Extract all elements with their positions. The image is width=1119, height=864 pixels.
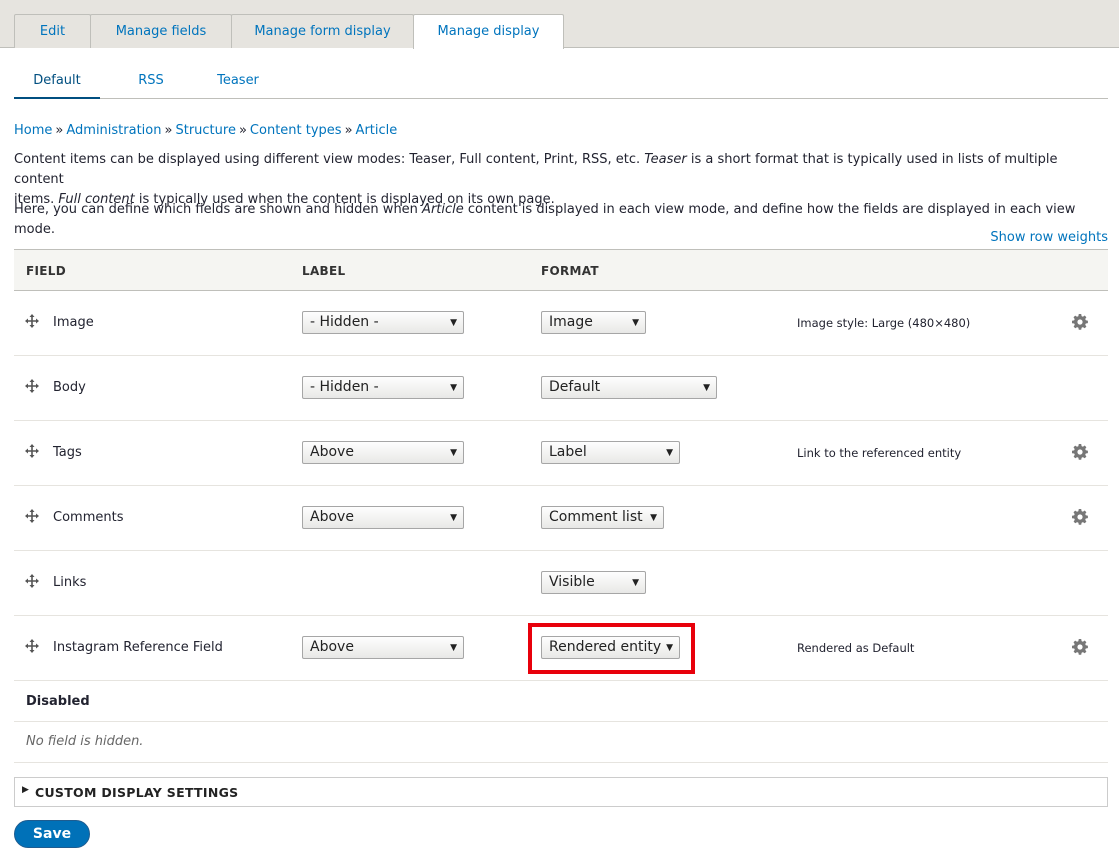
label-select[interactable]: - Hidden - ▼: [302, 376, 464, 399]
field-name: Instagram Reference Field: [53, 640, 223, 655]
header-format: FORMAT: [541, 264, 599, 278]
dropdown-arrow-icon: ▼: [450, 383, 457, 393]
dropdown-arrow-icon: ▼: [450, 513, 457, 523]
dropdown-arrow-icon: ▼: [632, 578, 639, 588]
save-button[interactable]: Save: [14, 820, 90, 848]
dropdown-arrow-icon: ▼: [666, 448, 673, 458]
table-row: Image - Hidden - ▼ Image ▼ Image style: La…: [14, 291, 1108, 356]
label-select[interactable]: Above ▼: [302, 441, 464, 464]
field-name: Links: [53, 575, 87, 590]
table-row: Tags Above ▼ Label ▼ Link to the reference…: [14, 421, 1108, 486]
expand-triangle-icon: ▶: [22, 785, 30, 795]
breadcrumb-home[interactable]: Home: [14, 123, 52, 138]
format-summary: Link to the referenced entity: [797, 446, 962, 460]
show-row-weights-link[interactable]: Show row weights: [990, 230, 1108, 245]
breadcrumb-administration[interactable]: Administration: [66, 123, 161, 138]
tab-edit[interactable]: Edit: [14, 14, 91, 48]
custom-display-settings[interactable]: ▶ CUSTOM DISPLAY SETTINGS: [14, 777, 1108, 807]
no-hidden-message: No field is hidden.: [26, 734, 144, 749]
format-select[interactable]: Image ▼: [541, 311, 646, 334]
gear-icon[interactable]: [1072, 639, 1088, 655]
tab-manage-display[interactable]: Manage display: [413, 14, 564, 49]
format-select[interactable]: Comment list ▼: [541, 506, 664, 529]
dropdown-arrow-icon: ▼: [703, 383, 710, 393]
no-hidden-row: No field is hidden.: [14, 722, 1108, 763]
field-name: Image: [53, 315, 94, 330]
dropdown-arrow-icon: ▼: [450, 448, 457, 458]
format-select[interactable]: Default ▼: [541, 376, 717, 399]
dropdown-arrow-icon: ▼: [632, 318, 639, 328]
breadcrumb: Home» Administration» Structure» Content ty…: [14, 123, 398, 138]
format-summary: Rendered as Default: [797, 641, 915, 655]
breadcrumb-content-types[interactable]: Content types: [250, 123, 342, 138]
tab-manage-form-display[interactable]: Manage form display: [231, 14, 414, 48]
dropdown-arrow-icon: ▼: [650, 513, 657, 523]
label-select[interactable]: - Hidden - ▼: [302, 311, 464, 334]
gear-icon[interactable]: [1072, 509, 1088, 525]
gear-icon[interactable]: [1072, 444, 1088, 460]
tab-default[interactable]: Default: [14, 48, 100, 99]
breadcrumb-article[interactable]: Article: [356, 123, 398, 138]
drag-handle-icon[interactable]: [25, 314, 39, 328]
tab-rss[interactable]: RSS: [124, 48, 178, 99]
field-name: Tags: [53, 445, 82, 460]
gear-icon[interactable]: [1072, 314, 1088, 330]
disabled-region-row: Disabled: [14, 681, 1108, 722]
dropdown-arrow-icon: ▼: [666, 643, 673, 653]
drag-handle-icon[interactable]: [25, 379, 39, 393]
table-row: Body - Hidden - ▼ Default ▼: [14, 356, 1108, 421]
secondary-tabs: Default RSS Teaser: [14, 48, 1108, 99]
disabled-region-title: Disabled: [26, 694, 90, 709]
drag-handle-icon[interactable]: [25, 639, 39, 653]
dropdown-arrow-icon: ▼: [450, 318, 457, 328]
table-row: Comments Above ▼ Comment list ▼: [14, 486, 1108, 551]
description-fields: Here, you can define which fields are sh…: [14, 202, 1076, 237]
format-summary: Image style: Large (480×480): [797, 316, 971, 330]
label-select[interactable]: Above ▼: [302, 506, 464, 529]
table-row: Instagram Reference Field Above ▼ Rendere…: [14, 616, 1108, 681]
header-label: LABEL: [302, 264, 346, 278]
primary-tabs: Edit Manage fields Manage form display M…: [0, 0, 1119, 49]
custom-display-settings-label: CUSTOM DISPLAY SETTINGS: [35, 785, 239, 800]
drag-handle-icon[interactable]: [25, 509, 39, 523]
header-field: FIELD: [26, 264, 66, 278]
label-select[interactable]: Above ▼: [302, 636, 464, 659]
table-header: FIELD LABEL FORMAT: [14, 249, 1108, 291]
dropdown-arrow-icon: ▼: [450, 643, 457, 653]
tab-teaser[interactable]: Teaser: [206, 48, 270, 99]
tab-manage-fields[interactable]: Manage fields: [90, 14, 232, 48]
format-select[interactable]: Visible ▼: [541, 571, 646, 594]
drag-handle-icon[interactable]: [25, 574, 39, 588]
format-select[interactable]: Rendered entity ▼: [541, 636, 680, 659]
field-name: Body: [53, 380, 86, 395]
table-row: Links Visible ▼: [14, 551, 1108, 616]
breadcrumb-structure[interactable]: Structure: [175, 123, 235, 138]
field-name: Comments: [53, 510, 124, 525]
field-display-table: FIELD LABEL FORMAT Image - Hidden - ▼ Ima…: [14, 249, 1108, 763]
format-select[interactable]: Label ▼: [541, 441, 680, 464]
drag-handle-icon[interactable]: [25, 444, 39, 458]
